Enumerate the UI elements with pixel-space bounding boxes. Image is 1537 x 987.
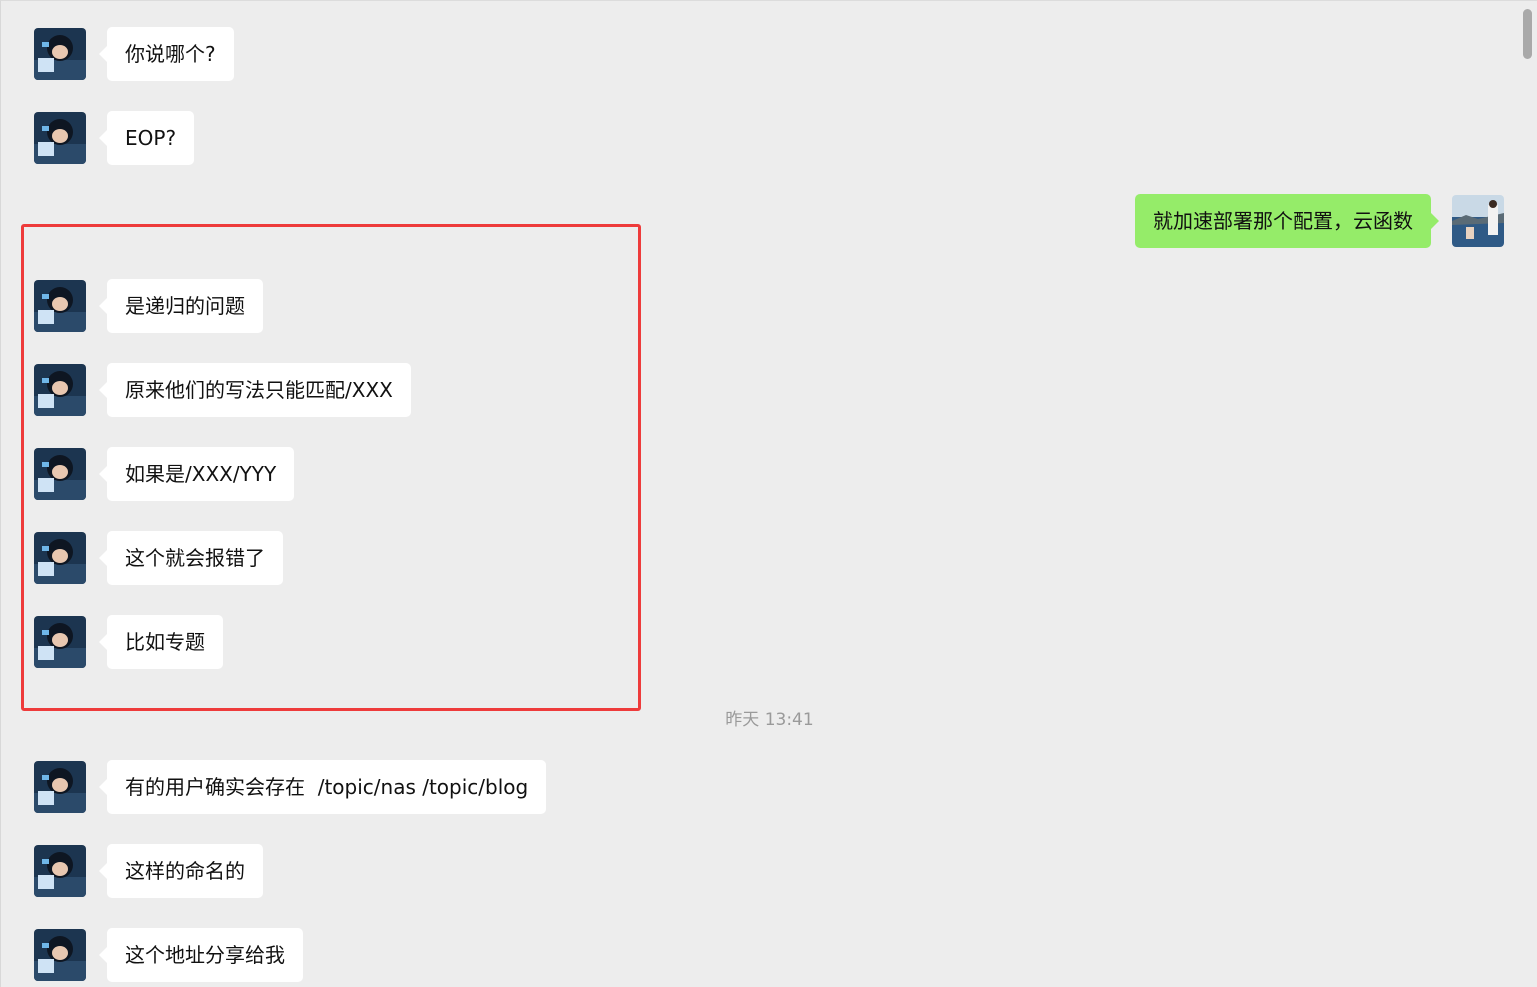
message-row: 比如专题 [1, 615, 501, 669]
chat-window: 你说哪个? EOP? 就加速部署那个配置，云函数 是递归的问题 原来他们的写法只… [0, 0, 1537, 987]
message-bubble-outgoing[interactable]: 就加速部署那个配置，云函数 [1135, 194, 1439, 248]
self-avatar-icon[interactable] [1452, 195, 1504, 247]
contact-avatar-icon[interactable] [34, 112, 86, 164]
contact-avatar-icon[interactable] [34, 448, 86, 500]
contact-avatar-icon[interactable] [34, 28, 86, 80]
message-bubble[interactable]: 有的用户确实会存在 /topic/nas /topic/blog [98, 760, 547, 814]
scrollbar-thumb[interactable] [1523, 9, 1532, 59]
contact-avatar-icon[interactable] [34, 761, 86, 813]
message-bubble[interactable]: EOP? [98, 111, 195, 165]
message-row: 是递归的问题 [1, 279, 501, 333]
contact-avatar-icon[interactable] [34, 929, 86, 981]
message-row: EOP? [1, 111, 401, 165]
contact-avatar-icon[interactable] [34, 532, 86, 584]
message-row: 有的用户确实会存在 /topic/nas /topic/blog [1, 760, 701, 814]
message-bubble[interactable]: 如果是/XXX/YYY [98, 447, 295, 501]
message-row: 这样的命名的 [1, 844, 501, 898]
message-timestamp: 昨天 13:41 [725, 710, 814, 730]
message-bubble[interactable]: 这个就会报错了 [99, 531, 283, 585]
message-bubble[interactable]: 你说哪个? [99, 27, 234, 81]
contact-avatar-icon[interactable] [34, 845, 86, 897]
message-bubble[interactable]: 这样的命名的 [99, 844, 263, 898]
message-bubble[interactable]: 原来他们的写法只能匹配/XXX [99, 363, 411, 417]
contact-avatar-icon[interactable] [34, 616, 86, 668]
message-row: 原来他们的写法只能匹配/XXX [1, 363, 501, 417]
message-row: 这个就会报错了 [1, 531, 501, 585]
message-row-outgoing: 就加速部署那个配置，云函数 [1001, 194, 1537, 248]
message-row: 这个地址分享给我 [1, 928, 501, 982]
message-bubble[interactable]: 这个地址分享给我 [99, 928, 303, 982]
contact-avatar-icon[interactable] [34, 364, 86, 416]
vertical-scrollbar[interactable] [1519, 1, 1537, 987]
contact-avatar-icon[interactable] [34, 280, 86, 332]
message-row: 你说哪个? [1, 27, 401, 81]
message-bubble[interactable]: 比如专题 [99, 615, 223, 669]
message-row: 如果是/XXX/YYY [1, 447, 501, 501]
message-bubble[interactable]: 是递归的问题 [99, 279, 263, 333]
